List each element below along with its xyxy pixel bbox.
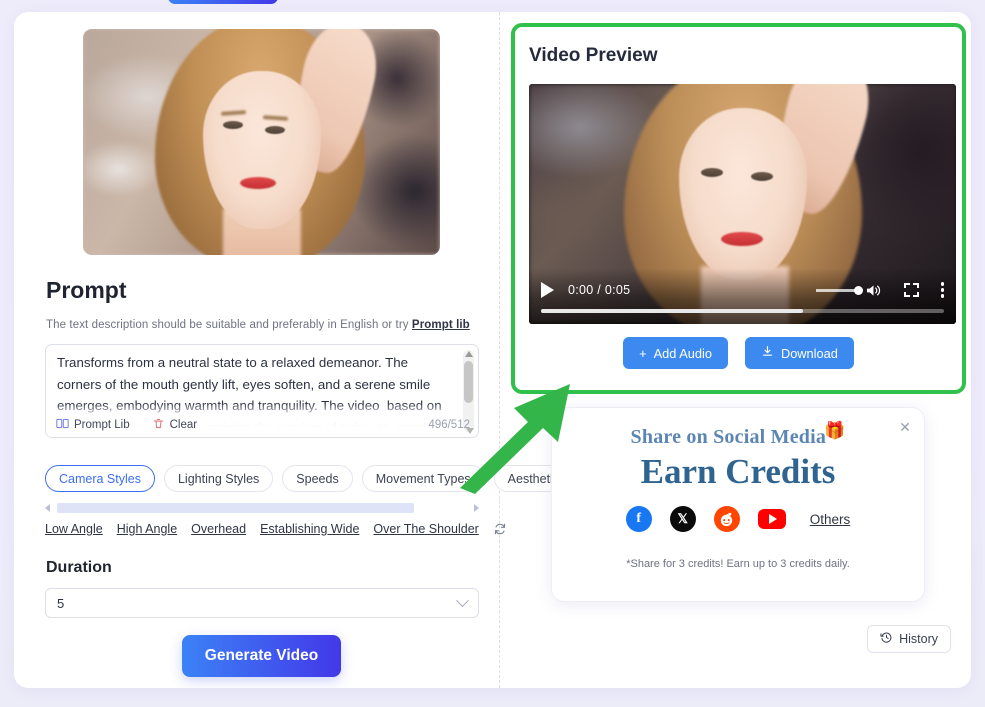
history-button-label: History	[899, 632, 938, 646]
history-button[interactable]: History	[867, 625, 951, 653]
duration-select[interactable]: 5	[45, 588, 479, 618]
style-option-establishing-wide[interactable]: Establishing Wide	[260, 522, 359, 536]
character-counter: 496/512	[428, 419, 470, 431]
scrollbar-track[interactable]	[57, 502, 467, 513]
reddit-icon[interactable]	[713, 506, 740, 532]
video-progress-bar[interactable]	[541, 309, 944, 313]
video-preview-title: Video Preview	[529, 45, 658, 66]
style-option-low-angle[interactable]: Low Angle	[45, 522, 103, 536]
x-twitter-icon[interactable]: 𝕏	[669, 506, 696, 532]
tab-camera-styles[interactable]: Camera Styles	[45, 465, 155, 492]
add-audio-button[interactable]: + Add Audio	[623, 337, 728, 369]
play-icon[interactable]	[541, 282, 554, 298]
scroll-up-arrow-icon[interactable]	[465, 351, 473, 357]
prompt-lib-button[interactable]: Prompt Lib	[56, 417, 130, 433]
volume-icon[interactable]	[815, 283, 882, 298]
top-cutoff-button[interactable]	[168, 0, 278, 4]
style-option-over-the-shoulder[interactable]: Over The Shoulder	[373, 522, 478, 536]
style-tabs-scrollbar[interactable]	[45, 501, 479, 514]
tab-speeds[interactable]: Speeds	[282, 465, 353, 492]
share-promo-card: ✕ Share on Social Media🎁 Earn Credits f …	[551, 407, 925, 602]
share-headline-text: Share on Social Media	[630, 426, 827, 448]
textarea-footer: Prompt Lib Clear 496/512	[46, 413, 478, 437]
main-card: Prompt The text description should be su…	[14, 12, 971, 688]
right-panel: Video Preview 0:00 / 0:05 + Add Audio Do…	[500, 12, 971, 688]
social-icon-row: f 𝕏 Others	[552, 506, 924, 532]
history-clock-icon	[880, 631, 893, 647]
add-audio-label: Add Audio	[653, 345, 712, 361]
video-controls-bar: 0:00 / 0:05	[529, 268, 956, 324]
video-player[interactable]: 0:00 / 0:05	[529, 84, 956, 324]
scroll-right-arrow-icon[interactable]	[474, 503, 479, 512]
share-headline-primary: Share on Social Media🎁	[552, 421, 924, 449]
share-headline-secondary: Earn Credits	[640, 452, 836, 491]
video-time-display: 0:00 / 0:05	[568, 283, 631, 297]
generate-video-button[interactable]: Generate Video	[182, 635, 341, 677]
tab-lighting-styles[interactable]: Lighting Styles	[163, 465, 274, 492]
tab-movement-types[interactable]: Movement Types	[361, 465, 485, 492]
scrollbar-thumb-horizontal[interactable]	[57, 502, 414, 513]
duration-label: Duration	[46, 559, 112, 576]
prompt-lib-button-label: Prompt Lib	[74, 419, 130, 431]
video-action-buttons: + Add Audio Download	[515, 337, 962, 369]
trash-icon	[152, 417, 165, 433]
more-options-icon[interactable]	[940, 282, 944, 298]
book-icon	[56, 417, 69, 433]
style-option-overhead[interactable]: Overhead	[191, 522, 246, 536]
download-button[interactable]: Download	[744, 337, 854, 369]
prompt-textarea[interactable]: Transforms from a neutral state to a rel…	[45, 344, 479, 438]
uploaded-image-thumbnail[interactable]	[83, 29, 440, 255]
clear-button-label: Clear	[169, 419, 198, 431]
style-option-high-angle[interactable]: High Angle	[117, 522, 177, 536]
download-icon	[761, 345, 774, 361]
download-label: Download	[780, 345, 838, 361]
left-panel: Prompt The text description should be su…	[14, 12, 574, 688]
prompt-lib-link[interactable]: Prompt lib	[412, 319, 470, 331]
fullscreen-icon[interactable]	[903, 283, 919, 297]
scroll-left-arrow-icon[interactable]	[45, 503, 50, 512]
style-tab-list: Camera Styles Lighting Styles Speeds Mov…	[45, 465, 574, 492]
gift-icon: 🎁	[824, 421, 846, 440]
page-title: Prompt	[46, 277, 127, 303]
duration-select-value: 5	[57, 595, 65, 611]
share-credits-note: *Share for 3 credits! Earn up to 3 credi…	[626, 558, 850, 570]
facebook-icon[interactable]: f	[625, 506, 652, 532]
scrollbar-thumb[interactable]	[464, 361, 473, 403]
prompt-helper-label: The text description should be suitable …	[46, 319, 412, 331]
clear-button[interactable]: Clear	[152, 417, 197, 433]
style-option-list: Low Angle High Angle Overhead Establishi…	[45, 522, 507, 536]
chevron-down-icon	[456, 593, 469, 607]
prompt-helper-text: The text description should be suitable …	[46, 319, 470, 331]
others-share-link[interactable]: Others	[810, 512, 851, 527]
youtube-icon[interactable]	[757, 509, 786, 529]
video-preview-panel: Video Preview 0:00 / 0:05 + Add Audio Do…	[511, 23, 966, 394]
plus-icon: +	[639, 345, 647, 361]
